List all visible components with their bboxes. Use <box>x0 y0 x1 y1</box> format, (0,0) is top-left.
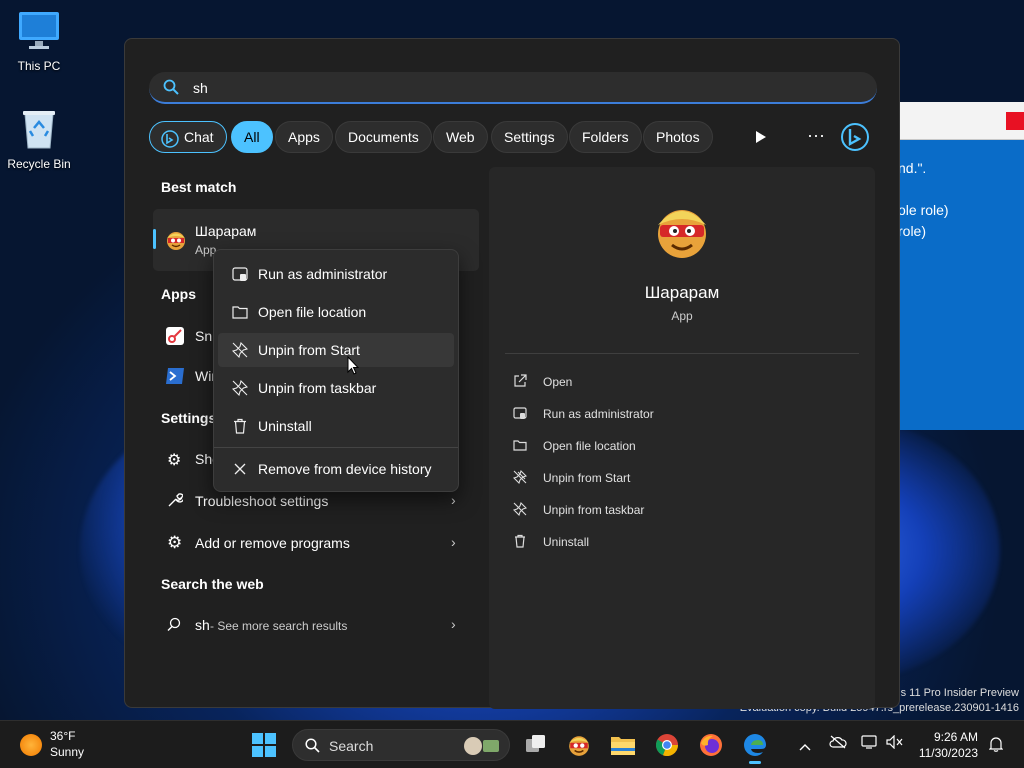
task-view-icon[interactable] <box>525 734 547 759</box>
section-apps: Apps <box>161 286 196 302</box>
close-icon <box>232 461 248 480</box>
monitor-icon <box>0 10 79 55</box>
details-pane: Шарарам App Open Run as administrator Op… <box>489 167 875 709</box>
web-search-suffix: - See more search results <box>210 619 348 633</box>
unpin-icon <box>512 501 528 522</box>
snipping-tool-icon <box>165 326 185 351</box>
taskbar-search[interactable]: Search <box>292 729 510 761</box>
settings-gear-icon: ⚙ <box>167 452 182 469</box>
weather-condition: Sunny <box>50 745 85 759</box>
desktop-icon-label: Recycle Bin <box>7 157 71 171</box>
sharaaram-app-icon <box>165 229 187 256</box>
mouse-cursor-icon <box>347 355 360 381</box>
file-explorer-icon[interactable] <box>610 733 636 762</box>
window-titlebar[interactable] <box>898 102 1024 140</box>
section-best-match: Best match <box>161 179 237 195</box>
window-text: nd.". ole role) role) <box>898 160 949 239</box>
system-clock[interactable]: 9:26 AM 11/30/2023 <box>919 729 978 761</box>
best-match-name: Шарарам <box>195 223 257 239</box>
unpin-icon <box>512 469 528 490</box>
settings-gear-icon: ⚙ <box>167 533 183 552</box>
admin-shield-icon <box>513 406 527 426</box>
context-menu: Run as administrator Open file location … <box>213 249 459 492</box>
start-button[interactable] <box>252 733 276 762</box>
filter-folders[interactable]: Folders <box>569 121 642 153</box>
search-box[interactable]: sh <box>149 72 877 104</box>
clock-time: 9:26 AM <box>933 730 978 744</box>
filter-photos[interactable]: Photos <box>643 121 713 153</box>
search-filters: Chat All Apps Documents Web Settings Fol… <box>149 121 879 153</box>
wrench-icon <box>167 492 185 513</box>
desktop-icon-this-pc[interactable]: This PC <box>0 10 79 73</box>
trash-icon <box>232 418 248 437</box>
bing-icon <box>161 128 179 158</box>
open-external-icon <box>513 374 527 394</box>
menu-item-run-as-admin[interactable]: Run as administrator <box>218 257 454 291</box>
web-search-item[interactable]: sh - See more search results › <box>153 609 479 641</box>
menu-item-unpin-start[interactable]: Unpin from Start <box>218 333 454 367</box>
menu-divider <box>214 447 458 448</box>
menu-item-unpin-taskbar[interactable]: Unpin from taskbar <box>218 371 454 405</box>
chrome-icon[interactable] <box>655 733 679 762</box>
filter-documents[interactable]: Documents <box>335 121 432 153</box>
clock-date: 11/30/2023 <box>918 746 978 760</box>
menu-item-remove-history[interactable]: Remove from device history <box>218 452 454 486</box>
admin-shield-icon <box>232 266 248 285</box>
search-highlight-icon <box>459 734 503 763</box>
play-icon[interactable] <box>755 130 767 149</box>
section-search-web: Search the web <box>161 576 264 592</box>
divider <box>505 353 859 354</box>
desktop-icon-label: This PC <box>17 59 61 73</box>
filter-apps[interactable]: Apps <box>275 121 333 153</box>
firefox-icon[interactable] <box>699 733 723 762</box>
search-icon <box>305 738 320 758</box>
more-options-icon[interactable]: ··· <box>807 125 825 146</box>
settings-item-label: Troubleshoot settings <box>195 493 329 509</box>
filter-all[interactable]: All <box>231 121 273 153</box>
search-icon <box>167 617 181 636</box>
desktop-icon-recycle-bin[interactable]: Recycle Bin <box>0 108 79 171</box>
display-icon[interactable] <box>861 735 877 754</box>
selection-indicator <box>153 229 156 249</box>
taskbar: 36°F Sunny Search 9:26 AM 11/30/2023 <box>0 720 1024 768</box>
chevron-up-icon[interactable] <box>799 738 811 756</box>
weather-temp: 36°F <box>50 729 76 743</box>
powershell-icon <box>165 366 185 391</box>
folder-icon <box>513 438 527 458</box>
section-settings: Settings <box>161 410 217 426</box>
bing-chat-icon[interactable] <box>839 121 871 158</box>
unpin-icon <box>231 341 249 361</box>
search-input[interactable]: sh <box>193 80 208 96</box>
filter-chat[interactable]: Chat <box>149 121 227 153</box>
web-search-query: sh <box>195 617 210 633</box>
menu-item-uninstall[interactable]: Uninstall <box>218 409 454 443</box>
sharaaram-app-icon-large <box>652 201 712 266</box>
filter-web[interactable]: Web <box>433 121 488 153</box>
detail-app-type: App <box>671 309 693 323</box>
onedrive-offline-icon[interactable] <box>829 735 847 754</box>
detail-app-name: Шарарам <box>644 283 720 302</box>
volume-muted-icon[interactable] <box>886 734 904 754</box>
close-button[interactable] <box>1006 112 1024 130</box>
chevron-right-icon: › <box>451 616 456 632</box>
chevron-right-icon: › <box>451 534 456 550</box>
filter-settings[interactable]: Settings <box>491 121 568 153</box>
recycle-bin-icon <box>0 108 79 153</box>
menu-item-open-file-location[interactable]: Open file location <box>218 295 454 329</box>
trash-icon <box>513 534 527 554</box>
search-icon <box>163 79 179 100</box>
settings-item-add-remove-programs[interactable]: ⚙ Add or remove programs › <box>153 527 479 559</box>
folder-icon <box>232 304 248 323</box>
edge-icon[interactable] <box>743 733 767 764</box>
sun-icon <box>20 734 42 756</box>
sharaaram-taskbar-icon[interactable] <box>567 733 591 762</box>
unpin-icon <box>231 379 249 399</box>
chevron-right-icon: › <box>451 492 456 508</box>
settings-item-label: Add or remove programs <box>195 535 350 551</box>
background-window[interactable]: nd.". ole role) role) <box>898 102 1024 430</box>
notification-bell-icon[interactable] <box>988 736 1004 757</box>
taskbar-search-placeholder: Search <box>329 738 374 754</box>
